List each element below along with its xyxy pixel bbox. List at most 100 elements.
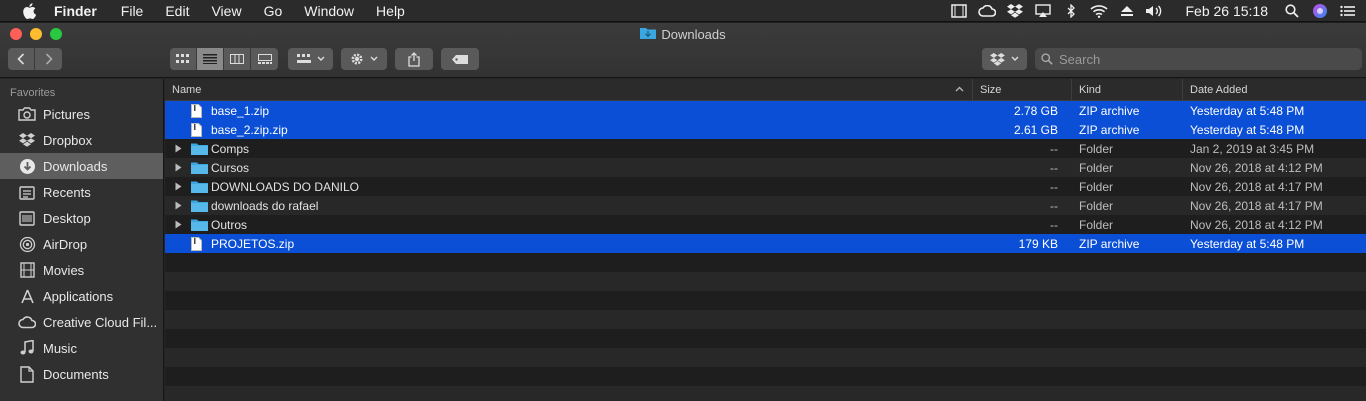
file-name: Comps <box>211 141 250 156</box>
list-icon <box>203 54 217 64</box>
sidebar-item-dropbox[interactable]: Dropbox <box>0 127 163 153</box>
title-bar: Downloads <box>0 23 1366 78</box>
apple-menu-icon[interactable] <box>18 2 40 19</box>
file-row[interactable]: downloads do rafael -- Folder Nov 26, 20… <box>165 196 1366 215</box>
column-header-date-added[interactable]: Date Added <box>1183 79 1366 101</box>
empty-row <box>165 310 1366 329</box>
file-size: -- <box>1050 160 1058 175</box>
back-button[interactable] <box>8 48 35 70</box>
spotlight-search-icon[interactable] <box>1282 3 1302 19</box>
volume-icon[interactable] <box>1145 3 1165 19</box>
folder-icon <box>191 161 209 175</box>
sidebar-item-music[interactable]: Music <box>0 335 163 361</box>
folder-icon <box>191 199 209 213</box>
file-kind: Folder <box>1079 141 1114 156</box>
gallery-view-button[interactable] <box>251 48 278 70</box>
sidebar-item-desktop[interactable]: Desktop <box>0 205 163 231</box>
zip-file-icon <box>191 103 209 118</box>
menu-window[interactable]: Window <box>304 0 354 22</box>
sidebar-item-label: AirDrop <box>43 236 88 252</box>
sidebar-item-applications[interactable]: Applications <box>0 283 163 309</box>
menu-edit[interactable]: Edit <box>165 0 189 22</box>
sidebar-heading-favorites: Favorites <box>10 87 56 99</box>
sidebar-item-movies[interactable]: Movies <box>0 257 163 283</box>
share-button[interactable] <box>395 48 433 70</box>
disclosure-triangle-icon[interactable] <box>165 144 191 153</box>
sidebar-item-downloads[interactable]: Downloads <box>0 153 163 179</box>
file-row[interactable]: PROJETOS.zip 179 KB ZIP archive Yesterda… <box>165 234 1366 253</box>
file-size: 179 KB <box>1018 236 1058 251</box>
icon-view-button[interactable] <box>170 48 197 70</box>
action-menu-button[interactable] <box>341 48 387 70</box>
file-row[interactable]: Comps -- Folder Jan 2, 2019 at 3:45 PM <box>165 139 1366 158</box>
sidebar-item-label: Downloads <box>43 158 108 174</box>
disclosure-triangle-icon[interactable] <box>165 220 191 229</box>
menu-go[interactable]: Go <box>264 0 283 22</box>
column-header-label: Kind <box>1079 83 1102 96</box>
column-view-button[interactable] <box>224 48 251 70</box>
file-kind: ZIP archive <box>1079 122 1140 137</box>
sidebar-item-label: Applications <box>43 288 114 304</box>
file-date-added: Nov 26, 2018 at 4:12 PM <box>1190 217 1323 232</box>
chevron-left-icon <box>17 53 25 65</box>
music-icon <box>17 339 37 357</box>
file-row[interactable]: base_2.zip.zip 2.61 GB ZIP archive Yeste… <box>165 120 1366 139</box>
sidebar-item-pictures[interactable]: Pictures <box>0 101 163 127</box>
disclosure-triangle-icon[interactable] <box>165 182 191 191</box>
menu-file[interactable]: File <box>121 0 144 22</box>
list-view-button[interactable] <box>197 48 224 70</box>
notification-center-icon[interactable] <box>1338 3 1358 19</box>
file-kind: Folder <box>1079 160 1114 175</box>
sidebar-item-recents[interactable]: Recents <box>0 179 163 205</box>
column-header-size[interactable]: Size <box>973 78 1072 101</box>
column-header-name[interactable]: Name <box>165 78 973 101</box>
menu-clock[interactable]: Feb 26 15:18 <box>1185 3 1268 19</box>
zip-file-icon <box>191 122 209 137</box>
file-row[interactable]: Cursos -- Folder Nov 26, 2018 at 4:12 PM <box>165 158 1366 177</box>
menu-app-finder[interactable]: Finder <box>54 0 97 22</box>
chevron-down-icon <box>370 56 378 61</box>
file-name: base_1.zip <box>211 103 270 118</box>
sidebar-item-creative-cloud-files[interactable]: Creative Cloud Fil... <box>0 309 163 335</box>
film-strip-icon[interactable] <box>949 3 969 19</box>
file-date-added: Nov 26, 2018 at 4:12 PM <box>1190 160 1323 175</box>
file-kind: Folder <box>1079 179 1114 194</box>
bluetooth-icon[interactable] <box>1061 3 1081 19</box>
file-date-added: Nov 26, 2018 at 4:17 PM <box>1190 198 1323 213</box>
airplay-icon[interactable] <box>1033 3 1053 19</box>
folder-icon <box>191 218 209 232</box>
eject-icon[interactable] <box>1117 3 1137 19</box>
download-icon <box>17 157 37 175</box>
disclosure-triangle-icon[interactable] <box>165 163 191 172</box>
file-date-added: Yesterday at 5:48 PM <box>1190 236 1305 251</box>
wifi-icon[interactable] <box>1089 3 1109 19</box>
creative-cloud-status-icon[interactable] <box>977 3 997 19</box>
file-name: Cursos <box>211 160 250 175</box>
columns-icon <box>230 54 244 64</box>
siri-icon[interactable] <box>1310 3 1330 19</box>
file-kind: Folder <box>1079 198 1114 213</box>
share-icon <box>408 51 420 67</box>
search-field[interactable] <box>1035 48 1362 70</box>
menu-help[interactable]: Help <box>376 0 405 22</box>
forward-button[interactable] <box>35 48 62 70</box>
empty-row <box>165 272 1366 291</box>
window-title: Downloads <box>0 26 1366 42</box>
search-input[interactable] <box>1059 51 1339 67</box>
view-mode-control <box>170 48 278 70</box>
file-kind: Folder <box>1079 217 1114 232</box>
file-row[interactable]: Outros -- Folder Nov 26, 2018 at 4:12 PM <box>165 215 1366 234</box>
file-row[interactable]: DOWNLOADS DO DANILO -- Folder Nov 26, 20… <box>165 177 1366 196</box>
sidebar-item-documents[interactable]: Documents <box>0 361 163 387</box>
edit-tags-button[interactable] <box>441 48 479 70</box>
dropbox-status-icon[interactable] <box>1005 3 1025 19</box>
empty-row <box>165 291 1366 310</box>
menu-view[interactable]: View <box>211 0 241 22</box>
file-row[interactable]: base_1.zip 2.78 GB ZIP archive Yesterday… <box>165 101 1366 120</box>
group-by-button[interactable] <box>288 48 333 70</box>
file-kind: ZIP archive <box>1079 236 1140 251</box>
sidebar-item-airdrop[interactable]: AirDrop <box>0 231 163 257</box>
column-header-kind[interactable]: Kind <box>1072 78 1183 101</box>
disclosure-triangle-icon[interactable] <box>165 201 191 210</box>
dropbox-toolbar-button[interactable] <box>982 48 1027 70</box>
